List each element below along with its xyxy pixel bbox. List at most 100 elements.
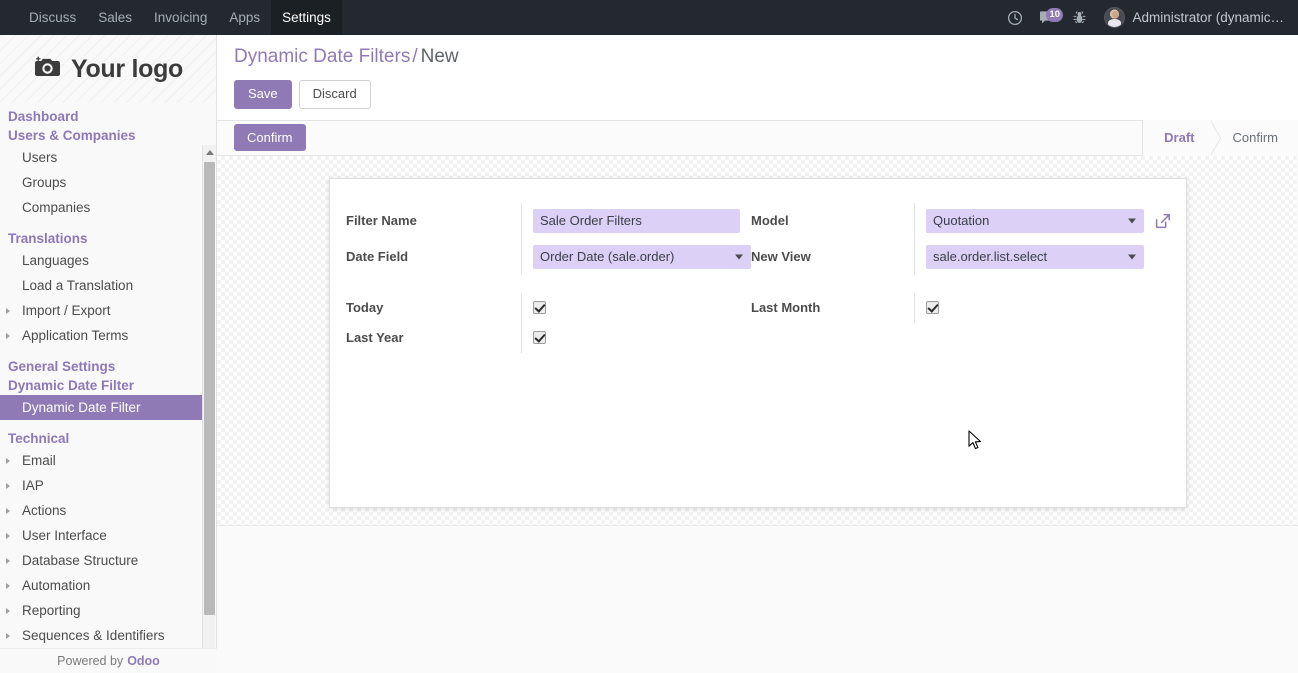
sidebar-item-companies[interactable]: Companies [0, 195, 203, 220]
sidebar-item-import-export[interactable]: Import / Export [0, 298, 203, 323]
sidebar-section-technical[interactable]: Technical [0, 429, 203, 448]
status-stage-draft[interactable]: Draft [1143, 119, 1222, 156]
last-month-checkbox[interactable] [926, 301, 939, 315]
status-stage-confirm[interactable]: Confirm [1211, 119, 1298, 156]
sidebar-item-actions[interactable]: Actions [0, 498, 203, 523]
nav-item-apps[interactable]: Apps [218, 0, 271, 35]
form-row-spacer [346, 275, 1184, 293]
nav-item-settings[interactable]: Settings [271, 0, 342, 35]
chevron-right-icon [6, 632, 10, 639]
sidebar-item-reporting[interactable]: Reporting [0, 598, 203, 623]
field-new-view: sale.order.list.select [914, 238, 1144, 275]
form-sheet: Filter Name Model Quotation [329, 177, 1187, 508]
sidebar-item-label: Email [22, 453, 56, 468]
user-menu[interactable]: Administrator (dynamic… [1096, 0, 1290, 35]
chevron-right-icon [6, 482, 10, 489]
sidebar-item-load-a-translation[interactable]: Load a Translation [0, 273, 203, 298]
sidebar-item-iap[interactable]: IAP [0, 473, 203, 498]
today-checkbox[interactable] [533, 301, 546, 315]
sidebar-item-automation[interactable]: Automation [0, 573, 203, 598]
camera-icon [33, 55, 63, 83]
sidebar-item-label: Users [22, 150, 58, 165]
company-logo-area[interactable]: Your logo [0, 35, 216, 103]
stage-arrow-fill-icon [1210, 119, 1221, 156]
sidebar-item-user-interface[interactable]: User Interface [0, 523, 203, 548]
label-filter-name: Filter Name [346, 213, 417, 229]
sidebar-section-general-settings[interactable]: General Settings [0, 357, 203, 376]
nav-item-invoicing[interactable]: Invoicing [143, 0, 218, 35]
date-field-select-value: Order Date (sale.order) [540, 249, 675, 265]
chevron-right-icon [6, 457, 10, 464]
sidebar-item-users[interactable]: Users [0, 145, 203, 170]
label-last-year: Last Year [346, 330, 404, 346]
sidebar-section-users-companies[interactable]: Users & Companies [0, 126, 203, 145]
model-select-value: Quotation [933, 213, 990, 229]
confirm-button[interactable]: Confirm [234, 124, 306, 152]
sidebar: Your logo Dashboard Users & Companies Us… [0, 35, 217, 673]
record-actions: Save Discard [234, 79, 1298, 120]
sidebar-item-label: Application Terms [22, 328, 129, 343]
sidebar-item-label: Dynamic Date Filter [22, 400, 141, 415]
sidebar-item-label: Database Structure [22, 553, 139, 568]
scroll-up-arrow-icon[interactable] [203, 145, 216, 160]
clock-icon[interactable] [1000, 0, 1030, 35]
sidebar-item-groups[interactable]: Groups [0, 170, 203, 195]
label-last-month: Last Month [751, 300, 821, 316]
status-stage-label: Confirm [1232, 130, 1278, 146]
chevron-down-icon [735, 254, 743, 260]
sidebar-menu: Dashboard Users & Companies Users Groups… [0, 103, 203, 673]
sidebar-item-label: IAP [22, 478, 44, 493]
spacer-cell [1144, 239, 1184, 275]
sidebar-item-languages[interactable]: Languages [0, 248, 203, 273]
statusbar-row: Confirm Draft Confirm [217, 119, 1298, 156]
save-button[interactable]: Save [234, 79, 292, 109]
sidebar-scrollbar[interactable] [202, 145, 216, 673]
label-date-field: Date Field [346, 249, 409, 265]
avatar [1104, 7, 1126, 28]
empty-cell [914, 323, 1144, 353]
sidebar-item-sequences-identifiers[interactable]: Sequences & Identifiers [0, 623, 203, 648]
discard-button[interactable]: Discard [298, 79, 371, 109]
sidebar-item-label: Languages [22, 253, 89, 268]
sidebar-item-label: Load a Translation [22, 278, 134, 293]
last-year-checkbox[interactable] [533, 331, 546, 345]
chevron-right-icon [6, 582, 10, 589]
chat-bubble-icon[interactable]: 10 [1032, 0, 1064, 35]
chevron-right-icon [6, 557, 10, 564]
nav-item-discuss[interactable]: Discuss [18, 0, 87, 35]
sidebar-item-label: Groups [22, 175, 67, 190]
chevron-right-icon [6, 507, 10, 514]
sidebar-item-label: Sequences & Identifiers [22, 628, 165, 643]
field-model: Quotation [914, 202, 1144, 239]
powered-by-footer: Powered by Odoo [0, 648, 217, 673]
sidebar-item-database-structure[interactable]: Database Structure [0, 548, 203, 573]
scrollbar-thumb[interactable] [204, 162, 215, 615]
app-menu-list: Discuss Sales Invoicing Apps Settings [0, 0, 342, 35]
powered-by-label: Powered by [57, 654, 124, 668]
sidebar-item-dynamic-date-filter[interactable]: Dynamic Date Filter [0, 395, 203, 420]
label-model: Model [751, 213, 789, 229]
chevron-right-icon [6, 332, 10, 339]
date-field-select[interactable]: Order Date (sale.order) [533, 244, 751, 269]
breadcrumb-root[interactable]: Dynamic Date Filters [234, 46, 410, 67]
page-bottom-area [217, 525, 1298, 673]
chevron-right-icon [6, 307, 10, 314]
model-select[interactable]: Quotation [926, 208, 1144, 233]
sidebar-item-application-terms[interactable]: Application Terms [0, 323, 203, 348]
spacer-cell [1144, 323, 1184, 353]
sidebar-section-translations[interactable]: Translations [0, 229, 203, 248]
sidebar-section-dashboard[interactable]: Dashboard [0, 107, 203, 126]
new-view-select[interactable]: sale.order.list.select [926, 244, 1144, 269]
nav-item-sales[interactable]: Sales [87, 0, 143, 35]
top-navbar: Discuss Sales Invoicing Apps Settings 10 [0, 0, 1298, 35]
sidebar-item-label: Actions [22, 503, 67, 518]
spacer-cell [1144, 293, 1184, 323]
field-last-year [521, 322, 751, 353]
external-link-icon[interactable] [1153, 211, 1172, 230]
sidebar-item-label: Import / Export [22, 303, 111, 318]
bug-icon[interactable] [1064, 0, 1094, 35]
filter-name-input[interactable] [533, 208, 740, 233]
sidebar-section-dynamic-date-filter[interactable]: Dynamic Date Filter [0, 376, 203, 395]
sidebar-item-email[interactable]: Email [0, 448, 203, 473]
odoo-brand-link[interactable]: Odoo [127, 654, 160, 668]
